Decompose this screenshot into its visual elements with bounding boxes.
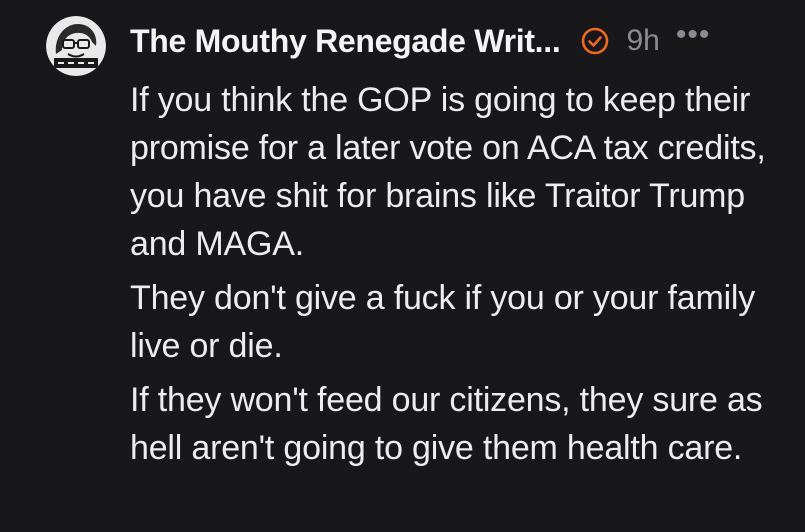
verified-check-icon — [580, 26, 610, 56]
more-options-button[interactable]: ••• — [676, 20, 711, 50]
author-name[interactable]: The Mouthy Renegade Writ... — [130, 23, 561, 60]
post-body: If you think the GOP is going to keep th… — [130, 76, 795, 478]
cartoon-avatar-icon — [46, 16, 106, 76]
post-paragraph: They don't give a fuck if you or your fa… — [130, 279, 756, 365]
post-paragraph: If you think the GOP is going to keep th… — [130, 81, 766, 263]
post-paragraph: If they won't feed our citizens, they su… — [130, 381, 763, 467]
avatar[interactable] — [46, 16, 106, 76]
post-timestamp: 9h — [626, 24, 660, 57]
post: The Mouthy Renegade Writ... 9h ••• If yo… — [0, 0, 805, 532]
post-header: The Mouthy Renegade Writ... 9h ••• — [130, 18, 710, 64]
